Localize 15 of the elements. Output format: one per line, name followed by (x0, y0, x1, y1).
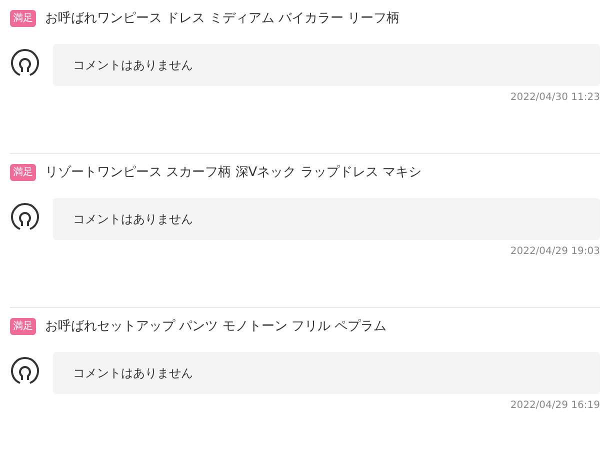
rating-badge: 満足 (10, 10, 36, 26)
product-title: お呼ばれワンピース ドレス ミディアム バイカラー リーフ柄 (45, 10, 400, 27)
comment-box: コメントはありません (53, 198, 600, 240)
rating-badge: 満足 (10, 318, 36, 334)
avatar-icon (10, 356, 40, 386)
comment-box: コメントはありません (53, 352, 600, 394)
product-title: お呼ばれセットアップ パンツ モノトーン フリル ペプラム (45, 318, 387, 335)
review-date: 2022/04/29 16:19 (509, 400, 600, 411)
comment-box: コメントはありません (53, 44, 600, 86)
avatar-icon (10, 48, 40, 78)
review-date: 2022/04/29 19:03 (509, 246, 600, 257)
rating-badge: 満足 (10, 164, 36, 180)
product-title: リゾートワンピース スカーフ柄 深Vネック ラップドレス マキシ (45, 164, 422, 181)
review-date: 2022/04/30 11:23 (509, 92, 600, 103)
avatar-icon (10, 202, 40, 232)
